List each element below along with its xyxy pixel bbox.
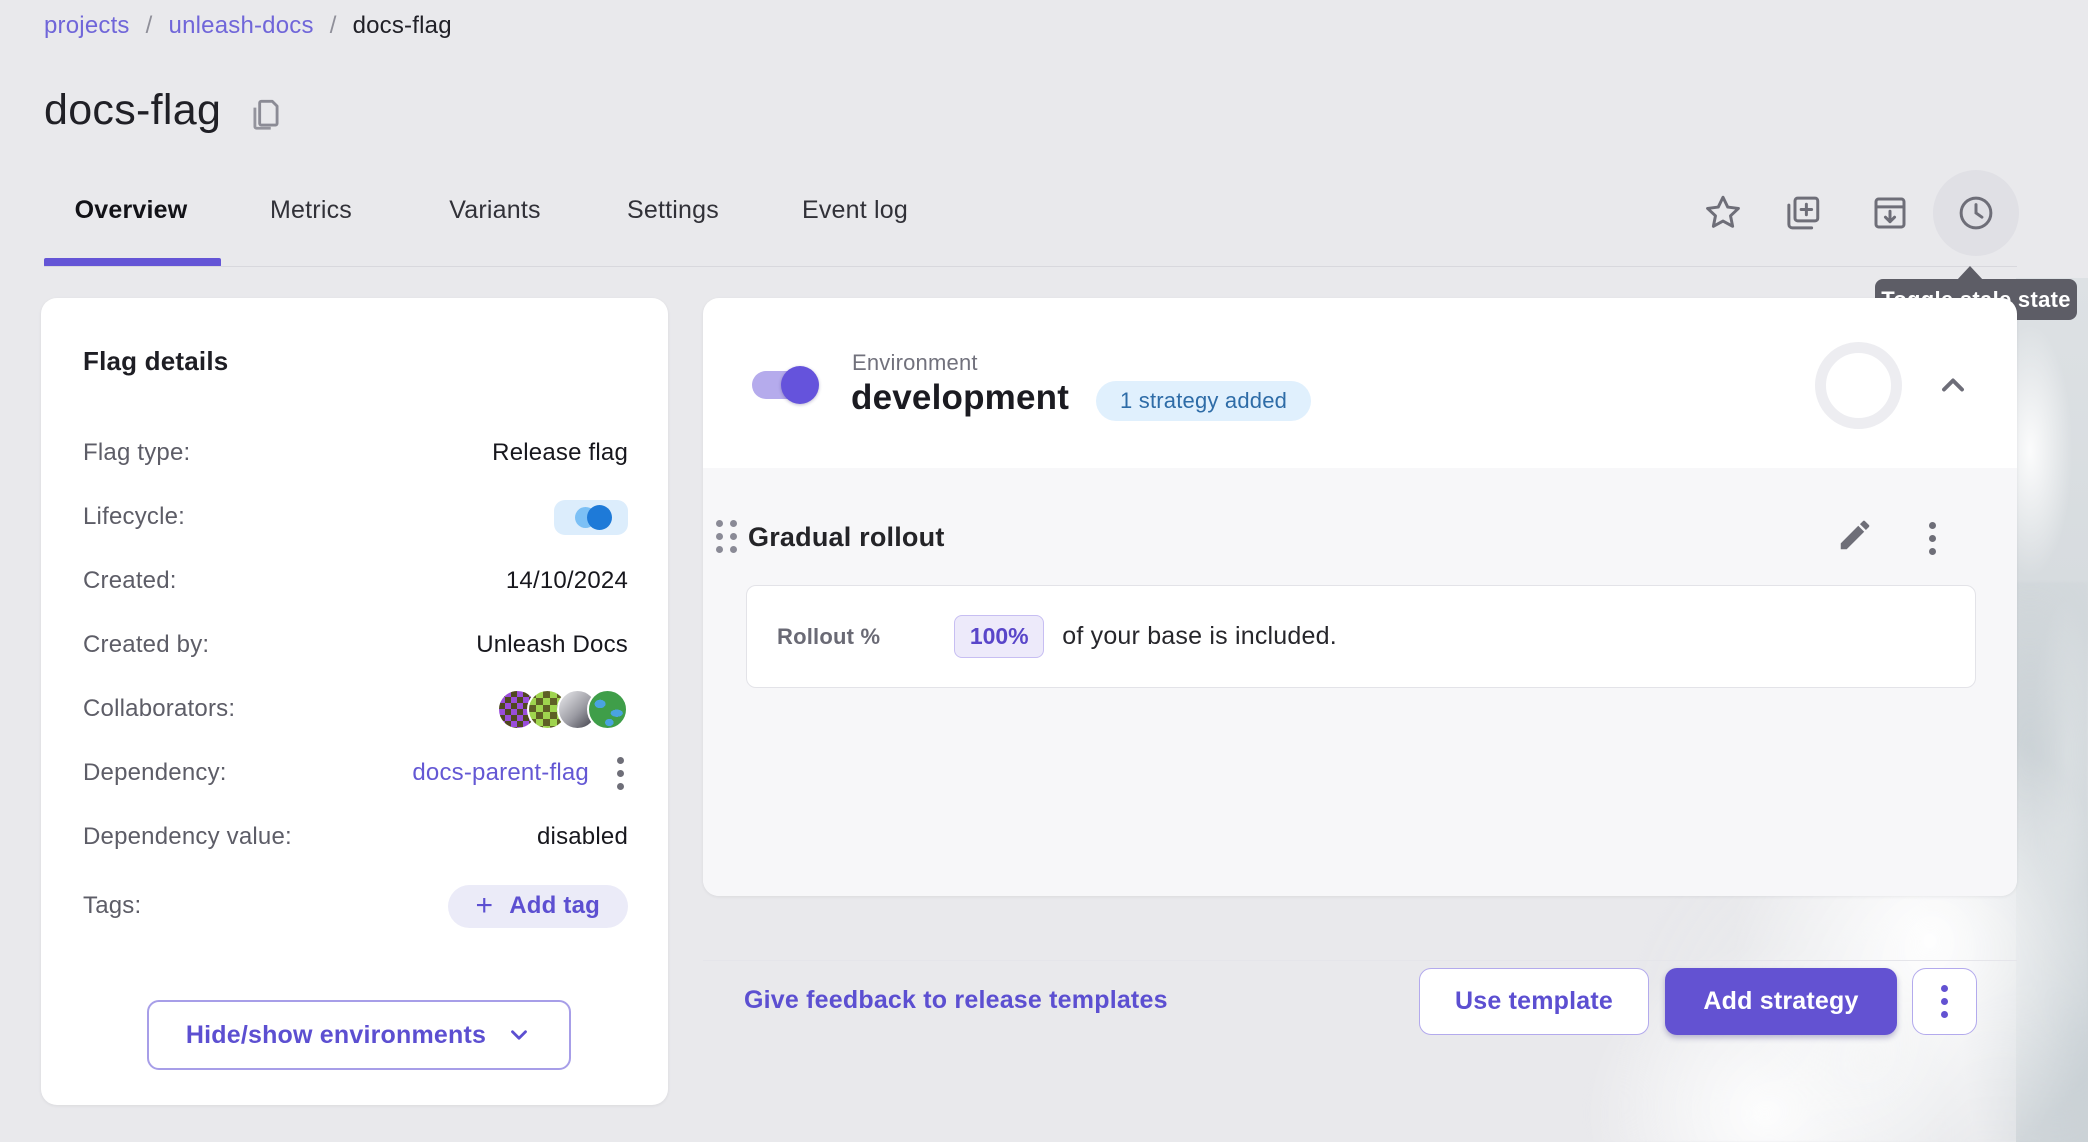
kebab-icon [1937, 981, 1952, 1022]
rollout-percentage-chip: 100% [954, 615, 1044, 658]
breadcrumb: projects / unleash-docs / docs-flag [44, 12, 452, 40]
dependency-value-value: disabled [537, 823, 628, 851]
breadcrumb-separator: / [146, 12, 153, 40]
row-created-by: Created by: Unleash Docs [83, 613, 628, 677]
tabs-divider [44, 266, 2017, 267]
archive-icon[interactable] [1847, 170, 1933, 256]
rollout-description: of your base is included. [1062, 622, 1337, 651]
edit-strategy-icon[interactable] [1836, 516, 1874, 554]
toggle-stale-clock-icon[interactable] [1933, 170, 2019, 256]
environment-card: Environment development 1 strategy added… [703, 298, 2017, 896]
tab-settings[interactable]: Settings [627, 196, 719, 225]
add-strategy-button[interactable]: Add strategy [1665, 968, 1897, 1035]
flag-overview-page: projects / unleash-docs / docs-flag docs… [0, 0, 2088, 1142]
collaborator-avatars [497, 689, 628, 730]
page-title: docs-flag [44, 86, 221, 135]
breadcrumb-separator: / [330, 12, 337, 40]
rollout-summary: Rollout % 100% of your base is included. [746, 585, 1976, 688]
page-title-row: docs-flag [44, 86, 285, 135]
feedback-link[interactable]: Give feedback to release templates [744, 986, 1168, 1015]
favorite-star-icon[interactable] [1680, 170, 1766, 256]
collaborators-label: Collaborators: [83, 695, 235, 723]
created-by-label: Created by: [83, 631, 209, 659]
rollout-label: Rollout % [777, 624, 880, 650]
tab-variants[interactable]: Variants [449, 196, 540, 225]
tab-metrics[interactable]: Metrics [270, 196, 352, 225]
copy-feature-icon[interactable] [1759, 170, 1845, 256]
dependency-label: Dependency: [83, 759, 227, 787]
plus-icon: + [476, 891, 494, 921]
environment-toggle[interactable] [752, 371, 814, 399]
add-tag-button[interactable]: + Add tag [448, 885, 628, 928]
row-tags: Tags: + Add tag [83, 869, 628, 943]
toggle-thumb [781, 366, 819, 404]
row-lifecycle: Lifecycle: [83, 485, 628, 549]
tab-overview[interactable]: Overview [75, 196, 188, 225]
flag-details-card: Flag details Flag type: Release flag Lif… [41, 298, 668, 1105]
dependency-link[interactable]: docs-parent-flag [412, 759, 589, 787]
tab-event-log[interactable]: Event log [802, 196, 908, 225]
environment-label: Environment [852, 350, 978, 376]
lifecycle-stage-badge[interactable] [554, 500, 628, 535]
created-label: Created: [83, 567, 177, 595]
created-value: 14/10/2024 [506, 567, 628, 595]
use-template-button[interactable]: Use template [1419, 968, 1649, 1035]
flag-type-label: Flag type: [83, 439, 190, 467]
dependency-value-label: Dependency value: [83, 823, 292, 851]
environment-name: development [851, 378, 1069, 418]
more-actions-button[interactable] [1912, 968, 1977, 1035]
metrics-ring [1815, 342, 1902, 429]
flag-details-rows: Flag type: Release flag Lifecycle: Creat… [83, 421, 628, 943]
row-created: Created: 14/10/2024 [83, 549, 628, 613]
breadcrumb-project-name[interactable]: unleash-docs [169, 12, 314, 40]
hide-show-environments-button[interactable]: Hide/show environments [147, 1000, 571, 1070]
tags-label: Tags: [83, 892, 141, 920]
created-by-value: Unleash Docs [476, 631, 628, 659]
breadcrumb-current: docs-flag [353, 12, 452, 40]
strategy-count-badge: 1 strategy added [1096, 381, 1311, 421]
dependency-group: docs-parent-flag [412, 753, 628, 794]
footer-divider [703, 960, 2017, 961]
avatar[interactable] [587, 689, 628, 730]
flag-details-heading: Flag details [83, 346, 228, 377]
strategy-title: Gradual rollout [748, 522, 945, 553]
chevron-up-icon[interactable] [1935, 367, 1971, 403]
lifecycle-label: Lifecycle: [83, 503, 185, 531]
row-flag-type: Flag type: Release flag [83, 421, 628, 485]
chevron-down-icon [506, 1022, 532, 1048]
strategy-menu-icon[interactable] [1925, 518, 1940, 559]
drag-handle-icon[interactable] [716, 520, 737, 553]
dependency-menu-icon[interactable] [613, 753, 628, 794]
flag-type-value: Release flag [492, 439, 628, 467]
add-tag-label: Add tag [509, 892, 600, 920]
lifecycle-circle-dark [587, 505, 612, 530]
strategy-section: Gradual rollout Rollout % 100% of your b… [703, 468, 2017, 896]
row-dependency-value: Dependency value: disabled [83, 805, 628, 869]
breadcrumb-projects[interactable]: projects [44, 12, 130, 40]
row-collaborators: Collaborators: [83, 677, 628, 741]
copy-name-icon[interactable] [247, 95, 285, 133]
row-dependency: Dependency: docs-parent-flag [83, 741, 628, 805]
hide-show-label: Hide/show environments [186, 1021, 486, 1050]
